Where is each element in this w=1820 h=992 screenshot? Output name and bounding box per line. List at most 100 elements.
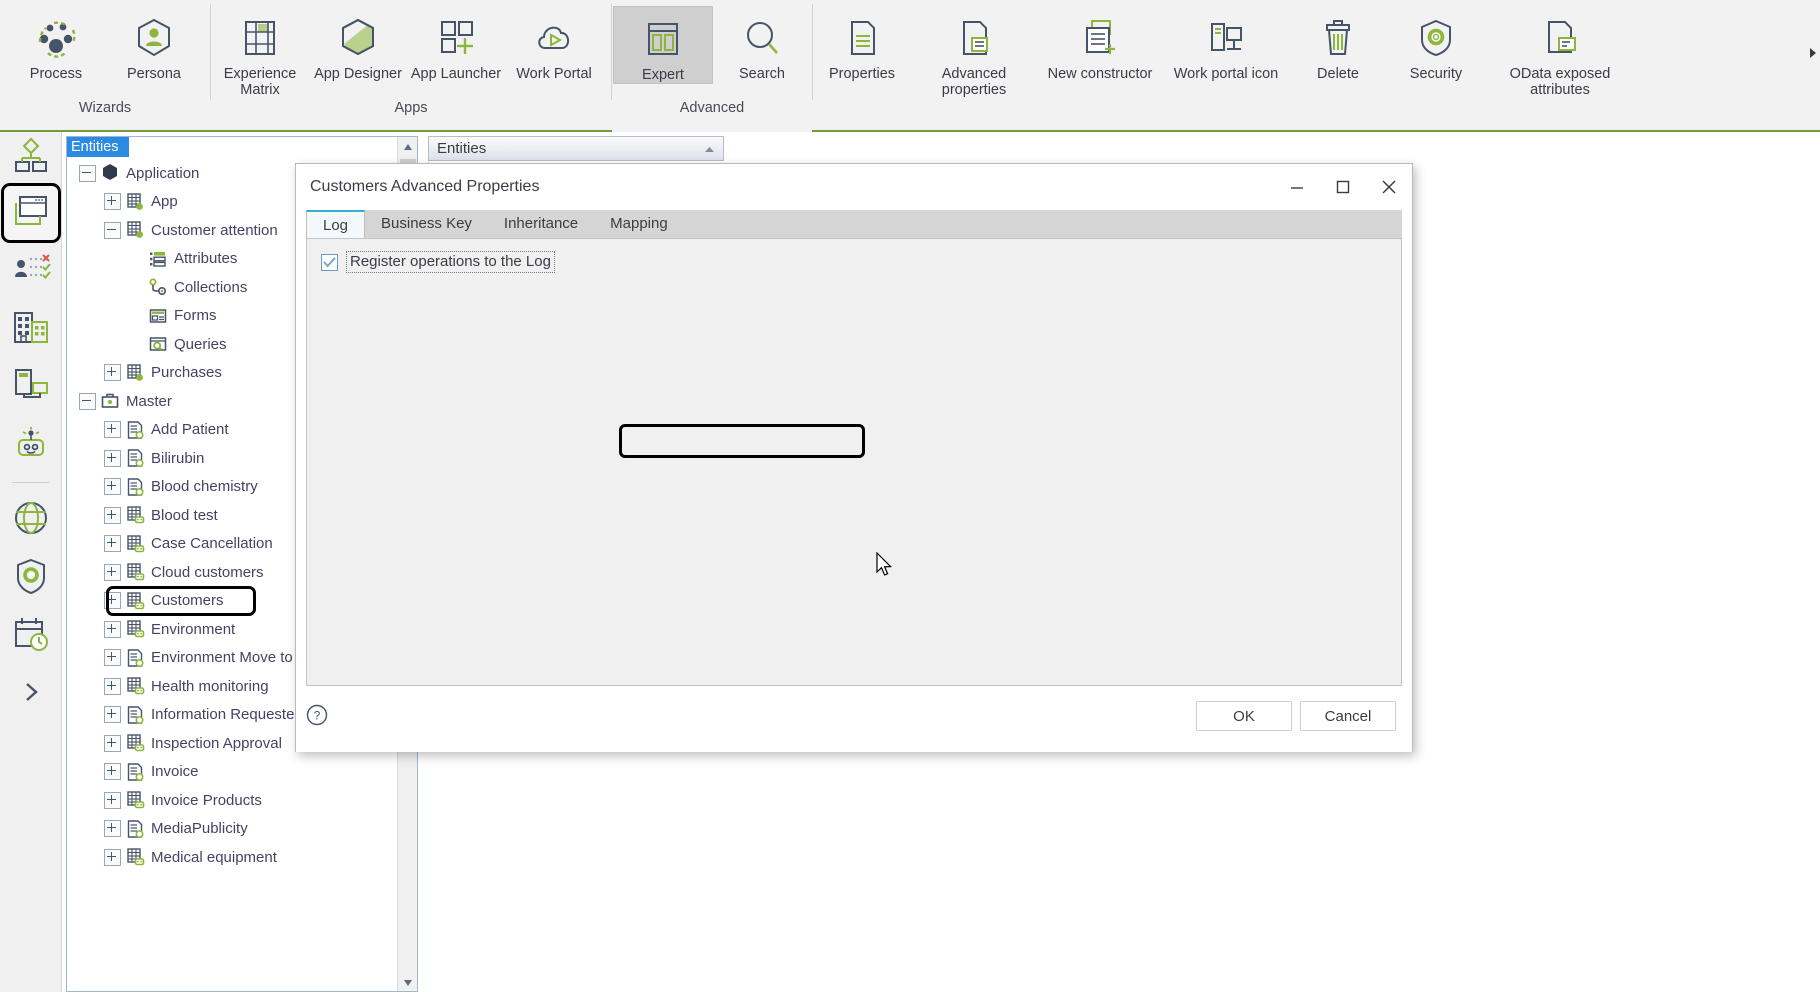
ribbon-button-security[interactable]: Security: [1387, 6, 1485, 82]
dialog-title: Customers Advanced Properties: [310, 178, 540, 195]
expand-plus-icon[interactable]: [104, 535, 121, 553]
devices-icon: [11, 366, 51, 408]
expand-plus-icon[interactable]: [104, 449, 121, 467]
tree-header-entities[interactable]: Entities: [67, 137, 129, 157]
expand-plus-icon[interactable]: [104, 763, 121, 781]
ribbon-button-new-constructor[interactable]: New constructor: [1037, 6, 1163, 82]
expand-plus-icon[interactable]: [104, 620, 121, 638]
ribbon-button-process[interactable]: Process: [7, 6, 105, 82]
collections-icon: [148, 277, 168, 297]
dialog-titlebar[interactable]: Customers Advanced Properties: [296, 164, 1412, 210]
close-icon[interactable]: [1366, 164, 1412, 210]
ribbon-group-entity-actions: Properties Advanced properties New const…: [813, 0, 1820, 132]
tree-node-label: Medical equipment: [151, 848, 277, 866]
tree-node[interactable]: Medical equipment: [67, 843, 397, 872]
table-entity-icon: [125, 534, 145, 554]
ribbon-button-experience-matrix[interactable]: Experience Matrix: [211, 6, 309, 98]
expand-plus-icon[interactable]: [104, 848, 121, 866]
doc-entity-icon: [125, 819, 145, 839]
ok-button[interactable]: OK: [1196, 701, 1292, 731]
ribbon-button-expert[interactable]: Expert: [613, 6, 713, 84]
ribbon-button-search[interactable]: Search: [713, 6, 811, 82]
rail-item-screens[interactable]: [0, 183, 61, 243]
expand-plus-icon[interactable]: [104, 193, 121, 211]
tab-log[interactable]: Log: [306, 210, 366, 238]
tab-inheritance[interactable]: Inheritance: [488, 210, 594, 238]
expand-plus-icon[interactable]: [104, 706, 121, 724]
ribbon-button-persona[interactable]: Persona: [105, 6, 203, 82]
collapse-minus-icon[interactable]: [79, 164, 96, 182]
tree-node-label: Application: [126, 164, 200, 182]
ribbon-button-work-portal[interactable]: Work Portal: [505, 6, 603, 82]
table-entity-icon: [125, 562, 145, 582]
expand-plus-icon[interactable]: [104, 563, 121, 581]
entity-icon: [125, 220, 145, 240]
tree-node[interactable]: MediaPublicity: [67, 815, 397, 844]
scheduler-icon: [11, 614, 51, 658]
chevron-up-icon[interactable]: [704, 137, 715, 160]
expand-plus-icon[interactable]: [104, 421, 121, 439]
ribbon-button-advanced-properties[interactable]: Advanced properties: [911, 6, 1037, 98]
rail-item-roles[interactable]: [0, 242, 62, 300]
rail-item-organization[interactable]: [0, 300, 62, 358]
app-designer-icon: [336, 12, 380, 64]
ribbon-button-label: Work portal icon: [1173, 66, 1279, 82]
rail-item-integrations[interactable]: [0, 491, 62, 549]
expand-plus-icon[interactable]: [104, 592, 121, 610]
minimize-icon[interactable]: [1274, 164, 1320, 210]
expand-plus-icon[interactable]: [104, 791, 121, 809]
tree-node-label: Information Requested: [151, 706, 303, 724]
tab-business-key[interactable]: Business Key: [365, 210, 488, 238]
rail-item-security[interactable]: [0, 549, 62, 607]
rail-item-diagram[interactable]: [0, 132, 62, 184]
ribbon-button-properties[interactable]: Properties: [813, 6, 911, 82]
rail-divider: [12, 482, 49, 483]
process-icon: [32, 12, 80, 64]
ribbon-group-label: [813, 96, 1820, 126]
expand-plus-icon[interactable]: [104, 820, 121, 838]
ribbon-overflow-arrow[interactable]: [1808, 46, 1818, 64]
delete-icon: [1316, 12, 1360, 64]
scroll-down-arrow[interactable]: [398, 973, 417, 991]
rail-item-scheduler[interactable]: [0, 607, 62, 665]
ribbon-button-app-launcher[interactable]: App Launcher: [407, 6, 505, 82]
tree-node[interactable]: Invoice Products: [67, 786, 397, 815]
rail-item-devices[interactable]: [0, 358, 62, 416]
ribbon-button-odata-exposed-attributes[interactable]: OData exposed attributes: [1485, 6, 1635, 98]
register-operations-checkbox[interactable]: [321, 253, 338, 271]
tab-mapping[interactable]: Mapping: [594, 210, 684, 238]
maximize-icon[interactable]: [1320, 164, 1366, 210]
expand-plus-icon[interactable]: [104, 649, 121, 667]
rail-item-expand[interactable]: [0, 665, 62, 723]
document-tab-entities[interactable]: Entities: [428, 136, 724, 161]
scroll-up-arrow[interactable]: [398, 137, 417, 157]
help-icon[interactable]: ?: [306, 704, 328, 726]
table-entity-icon: [125, 591, 145, 611]
tree-node-label: Case Cancellation: [151, 535, 273, 553]
tree-node-label: Environment: [151, 620, 236, 638]
roles-icon: [11, 251, 51, 291]
ribbon-button-app-designer[interactable]: App Designer: [309, 6, 407, 82]
security-icon: [1414, 12, 1458, 64]
module-icon: [100, 163, 120, 183]
ribbon-button-work-portal-icon[interactable]: Work portal icon: [1163, 6, 1289, 82]
expand-plus-icon[interactable]: [104, 677, 121, 695]
tree-node-label: Attributes: [174, 250, 238, 268]
tree-node[interactable]: Invoice: [67, 758, 397, 787]
rail-item-bot[interactable]: [0, 416, 62, 474]
doc-entity-icon: [125, 648, 145, 668]
expand-plus-icon[interactable]: [104, 478, 121, 496]
collapse-minus-icon[interactable]: [104, 221, 121, 239]
ribbon-group-label: Wizards: [78, 100, 132, 116]
register-operations-checkbox-row[interactable]: Register operations to the Log: [321, 249, 555, 275]
briefcase-icon: [100, 391, 120, 411]
svg-text:?: ?: [314, 709, 321, 723]
tree-node-label: Cloud customers: [151, 563, 264, 581]
cancel-button[interactable]: Cancel: [1300, 701, 1396, 731]
expand-plus-icon[interactable]: [104, 506, 121, 524]
expand-plus-icon[interactable]: [104, 734, 121, 752]
collapse-minus-icon[interactable]: [79, 392, 96, 410]
ribbon-button-delete[interactable]: Delete: [1289, 6, 1387, 82]
expand-plus-icon[interactable]: [104, 364, 121, 382]
